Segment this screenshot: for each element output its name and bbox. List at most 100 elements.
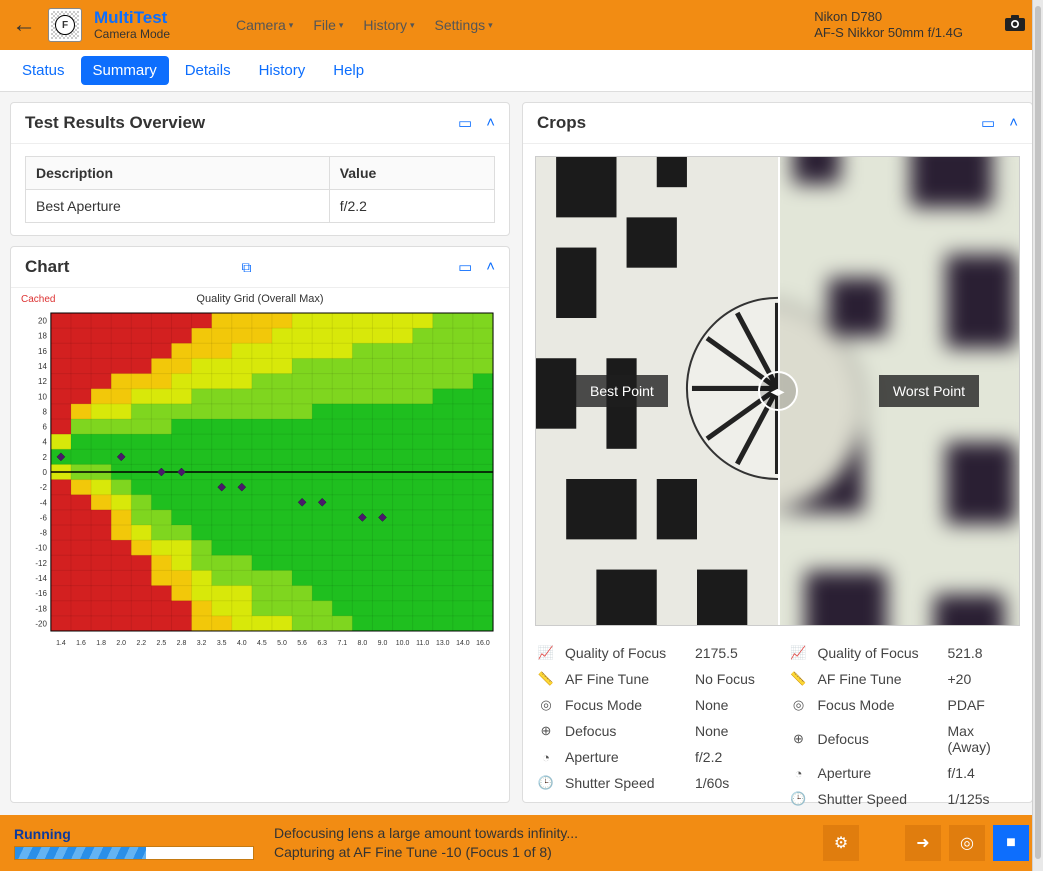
copy-icon[interactable]: ⧉ [242,259,252,276]
overview-header: Test Results Overview ▭ ˄ [11,103,509,144]
svg-text:10: 10 [38,392,47,401]
svg-text:10.0: 10.0 [396,640,410,647]
lens-model: AF-S Nikkor 50mm f/1.4G [814,25,963,41]
svg-text:2.8: 2.8 [177,640,187,647]
menu-camera[interactable]: Camera▾ [236,17,293,33]
chart-title: Quality Grid (Overall Max) [21,293,499,305]
svg-text:-12: -12 [35,559,47,568]
worst-metrics: 📈Quality of Focus521.8 📏AF Fine Tune+20 … [788,640,1021,812]
running-label: Running [14,826,254,842]
svg-text:18: 18 [38,332,47,341]
stop-icon: ■ [1006,834,1016,852]
svg-text:0: 0 [42,468,47,477]
target-icon: ◎ [960,833,974,853]
image-compare[interactable]: Best Point Worst Point ◂▸ [535,156,1020,626]
app-title: MultiTest [94,8,204,28]
svg-text:14: 14 [38,362,47,371]
tab-details[interactable]: Details [173,56,243,85]
tab-help[interactable]: Help [321,56,376,85]
overview-panel: Test Results Overview ▭ ˄ Description Va… [10,102,510,236]
back-button[interactable]: ← [12,11,36,39]
svg-text:5.0: 5.0 [277,640,287,647]
settings-button[interactable]: ⚙ [823,825,859,861]
svg-text:-18: -18 [35,604,47,613]
chart-icon: 📈 [790,645,808,661]
quality-grid-chart[interactable]: 20181614121086420-2-4-6-8-10-12-14-16-18… [21,309,499,649]
status-line-1: Defocusing lens a large amount towards i… [274,824,803,843]
svg-text:8.0: 8.0 [358,640,368,647]
compare-handle[interactable]: ◂▸ [758,371,798,411]
chart-icon: 📈 [537,645,555,661]
best-metrics: 📈Quality of Focus2175.5 📏AF Fine TuneNo … [535,640,768,812]
svg-text:-16: -16 [35,589,47,598]
chevron-down-icon: ▾ [339,20,344,31]
scrollbar[interactable] [1032,0,1043,871]
chart-header: Chart ⧉ ▭ ˄ [11,247,509,288]
collapse-icon[interactable]: ˄ [486,114,495,132]
export-button[interactable]: ➜ [905,825,941,861]
col-value: Value [329,157,494,190]
crops-title: Crops [537,113,981,133]
gear-icon: ⚙ [834,833,848,853]
app-logo: F [48,8,82,42]
svg-text:-20: -20 [35,619,47,628]
progress-bar [14,846,254,860]
svg-text:-6: -6 [40,513,48,522]
best-point-label: Best Point [576,375,668,407]
svg-text:6.3: 6.3 [317,640,327,647]
clock-icon: 🕒 [537,775,555,791]
menu-file[interactable]: File▾ [313,17,343,33]
window-icon[interactable]: ▭ [458,258,472,276]
globe-icon: ⊕ [537,723,555,739]
tab-history[interactable]: History [247,56,318,85]
menu-settings[interactable]: Settings▾ [435,17,493,33]
col-description: Description [26,157,330,190]
svg-text:-8: -8 [40,529,48,538]
svg-text:-10: -10 [35,544,47,553]
progress-fill [15,847,146,859]
camera-model: Nikon D780 [814,9,963,25]
window-icon[interactable]: ▭ [458,114,472,132]
content-area: Test Results Overview ▭ ˄ Description Va… [0,92,1043,813]
crop-metrics: 📈Quality of Focus2175.5 📏AF Fine TuneNo … [535,640,1020,812]
svg-text:2: 2 [42,453,47,462]
window-icon[interactable]: ▭ [981,114,995,132]
svg-text:2.2: 2.2 [136,640,146,647]
crops-header: Crops ▭ ˄ [523,103,1032,144]
top-menus: Camera▾ File▾ History▾ Settings▾ [236,17,802,33]
footer-buttons: ⚙ ➜ ◎ ■ [823,825,1029,861]
svg-text:1.6: 1.6 [76,640,86,647]
camera-icon[interactable] [1005,15,1025,36]
running-block: Running [14,826,254,860]
tab-bar: Status Summary Details History Help [0,50,1043,92]
svg-text:16.0: 16.0 [476,640,490,647]
worst-point-label: Worst Point [879,375,979,407]
target-icon: ◎ [790,697,808,713]
record-button[interactable]: ◎ [949,825,985,861]
app-title-block: MultiTest Camera Mode [94,8,204,41]
collapse-icon[interactable]: ˄ [486,258,495,276]
svg-text:14.0: 14.0 [456,640,470,647]
svg-text:3.5: 3.5 [217,640,227,647]
footer-bar: Running Defocusing lens a large amount t… [0,815,1043,871]
tab-status[interactable]: Status [10,56,77,85]
svg-text:4.5: 4.5 [257,640,267,647]
svg-text:5.6: 5.6 [297,640,307,647]
clock-icon: 🕒 [790,791,808,807]
chart-panel-title: Chart [25,257,232,277]
svg-text:2.5: 2.5 [157,640,167,647]
collapse-icon[interactable]: ˄ [1009,114,1018,132]
left-column: Test Results Overview ▭ ˄ Description Va… [10,102,510,803]
top-bar: ← F MultiTest Camera Mode Camera▾ File▾ … [0,0,1043,50]
crops-panel: Crops ▭ ˄ [522,102,1033,803]
svg-text:20: 20 [38,317,47,326]
tab-summary[interactable]: Summary [81,56,169,85]
menu-history[interactable]: History▾ [363,17,414,33]
status-lines: Defocusing lens a large amount towards i… [274,824,803,862]
status-line-2: Capturing at AF Fine Tune -10 (Focus 1 o… [274,843,803,862]
svg-text:13.0: 13.0 [436,640,450,647]
svg-text:12: 12 [38,377,47,386]
table-row: Best Aperture f/2.2 [26,190,495,223]
stop-button[interactable]: ■ [993,825,1029,861]
exit-icon: ➜ [916,833,929,853]
